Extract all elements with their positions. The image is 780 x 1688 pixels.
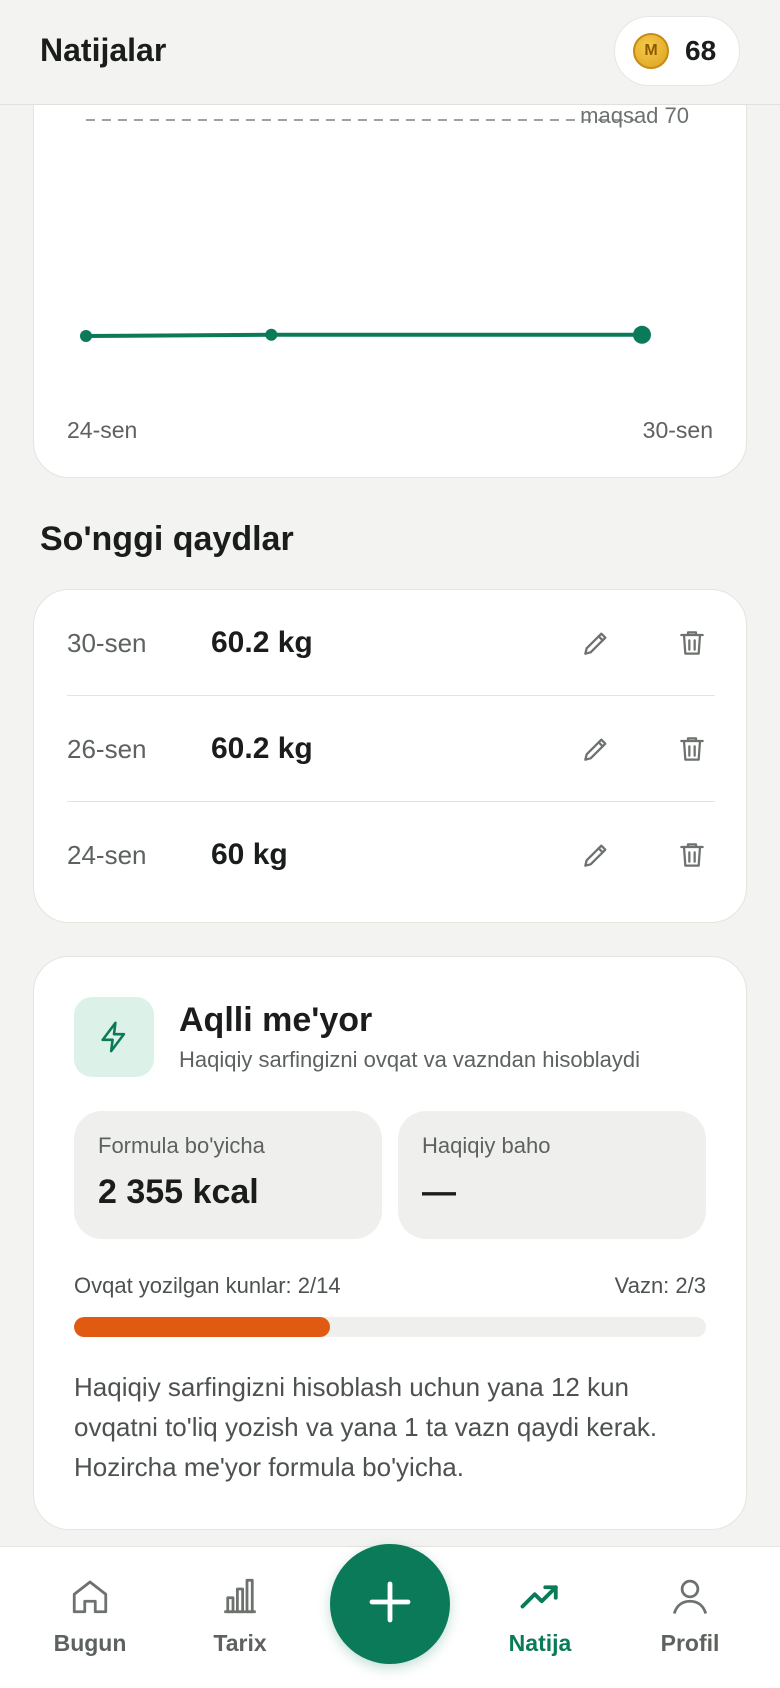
recent-records-title: So'nggi qaydlar bbox=[40, 520, 294, 558]
record-row: 26-sen 60.2 kg bbox=[67, 696, 715, 802]
formula-label: Formula bo'yicha bbox=[98, 1133, 265, 1158]
record-date: 26-sen bbox=[67, 733, 147, 764]
nav-item-natija[interactable]: Natija bbox=[470, 1547, 610, 1688]
x-tick-label: 30-sen bbox=[642, 417, 713, 443]
add-button[interactable] bbox=[330, 1544, 450, 1664]
smart-norm-note: Haqiqiy sarfingizni hisoblash uchun yana… bbox=[74, 1372, 658, 1482]
actual-estimate-label: Haqiqiy baho bbox=[422, 1133, 551, 1158]
weight-data-point bbox=[80, 330, 92, 342]
coin-balance-pill[interactable]: M 68 bbox=[614, 16, 740, 86]
weight-data-point bbox=[633, 325, 651, 344]
app-header: Natijalar M 68 bbox=[0, 0, 780, 105]
trash-icon[interactable] bbox=[669, 726, 715, 772]
bolt-icon bbox=[74, 997, 154, 1077]
x-tick-label: 24-sen bbox=[67, 417, 138, 443]
smart-norm-title: Aqlli me'yor bbox=[179, 1001, 373, 1039]
home-icon bbox=[69, 1575, 111, 1622]
nav-label: Tarix bbox=[213, 1630, 267, 1656]
bar-chart-icon bbox=[219, 1575, 261, 1622]
formula-value: 2 355 kcal bbox=[98, 1173, 259, 1211]
pencil-icon[interactable] bbox=[573, 726, 619, 772]
plus-icon bbox=[366, 1578, 414, 1631]
coin-count: 68 bbox=[685, 35, 717, 66]
nav-item-bugun[interactable]: Bugun bbox=[20, 1547, 160, 1688]
record-date: 24-sen bbox=[67, 839, 147, 870]
weight-chart-card: maqsad 70 24-sen 30-sen bbox=[33, 60, 747, 478]
user-icon bbox=[669, 1575, 711, 1622]
record-weight: 60.2 kg bbox=[211, 626, 313, 659]
smart-norm-subtitle: Haqiqiy sarfingizni ovqat va vazndan his… bbox=[179, 1047, 641, 1072]
weight-progress-label: Vazn: 2/3 bbox=[614, 1273, 706, 1298]
goal-label: maqsad 70 bbox=[580, 103, 689, 128]
record-weight: 60 kg bbox=[211, 838, 288, 871]
record-row: 24-sen 60 kg bbox=[67, 802, 715, 908]
actual-estimate-value: — bbox=[422, 1173, 456, 1211]
trending-up-icon bbox=[517, 1575, 563, 1622]
nav-label: Profil bbox=[660, 1630, 720, 1656]
smart-norm-card: Aqlli me'yor Haqiqiy sarfingizni ovqat v… bbox=[33, 956, 747, 1530]
page-title: Natijalar bbox=[40, 32, 167, 68]
weight-data-point bbox=[265, 328, 278, 341]
coin-icon: M bbox=[633, 33, 669, 69]
progress-fill bbox=[74, 1317, 330, 1337]
progress-track bbox=[74, 1317, 706, 1337]
record-row: 30-sen 60.2 kg bbox=[67, 590, 715, 696]
nav-item-tarix[interactable]: Tarix bbox=[170, 1547, 310, 1688]
record-date: 30-sen bbox=[67, 627, 147, 658]
records-card: 30-sen 60.2 kg 26-sen 60.2 kg 24-sen 60 … bbox=[33, 589, 747, 923]
nav-label: Bugun bbox=[53, 1630, 127, 1656]
food-days-progress-label: Ovqat yozilgan kunlar: 2/14 bbox=[74, 1273, 341, 1298]
record-weight: 60.2 kg bbox=[211, 732, 313, 765]
formula-stat: Formula bo'yicha 2 355 kcal bbox=[74, 1111, 382, 1239]
pencil-icon[interactable] bbox=[573, 620, 619, 666]
pencil-icon[interactable] bbox=[573, 832, 619, 878]
actual-estimate-stat: Haqiqiy baho — bbox=[398, 1111, 706, 1239]
weight-series-line bbox=[85, 332, 642, 338]
trash-icon[interactable] bbox=[669, 832, 715, 878]
nav-label: Natija bbox=[508, 1630, 572, 1656]
nav-item-profil[interactable]: Profil bbox=[620, 1547, 760, 1688]
trash-icon[interactable] bbox=[669, 620, 715, 666]
